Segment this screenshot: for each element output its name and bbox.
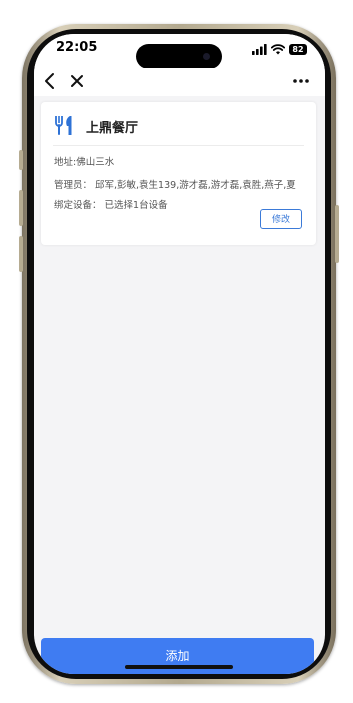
- close-icon[interactable]: [66, 70, 88, 92]
- more-dots-icon[interactable]: [290, 70, 312, 92]
- phone-volume-up: [19, 190, 23, 226]
- utensils-icon: [55, 116, 72, 135]
- status-icons: 82: [252, 42, 307, 56]
- store-name: 上鼎餐厅: [86, 121, 139, 136]
- store-address: 地址:佛山三水: [54, 157, 115, 168]
- store-card: 上鼎餐厅 地址:佛山三水 管理员： 邱军,彭敏,袁生139,游才磊,游才磊,袁胜…: [41, 102, 316, 245]
- wifi-icon: [271, 43, 285, 54]
- nav-bar: [34, 68, 325, 96]
- battery-icon: 82: [289, 43, 307, 55]
- phone-power-button: [335, 205, 339, 263]
- app-screen: 22:05 82 上鼎餐厅 地址:佛山三水 管理员： 邱军,彭敏,袁生139,游…: [34, 34, 325, 674]
- status-bar: 22:05 82: [34, 34, 325, 69]
- edit-button[interactable]: 修改: [260, 209, 302, 229]
- chevron-left-icon[interactable]: [39, 70, 61, 92]
- card-divider: [53, 145, 304, 146]
- dynamic-island: [136, 44, 222, 69]
- phone-volume-down: [19, 236, 23, 272]
- status-time: 22:05: [56, 40, 98, 55]
- phone-action-button: [19, 150, 23, 170]
- home-indicator: [125, 665, 233, 669]
- store-managers: 管理员： 邱军,彭敏,袁生139,游才磊,游才磊,袁胜,燕子,夏: [54, 180, 296, 191]
- signal-icon: [252, 43, 267, 55]
